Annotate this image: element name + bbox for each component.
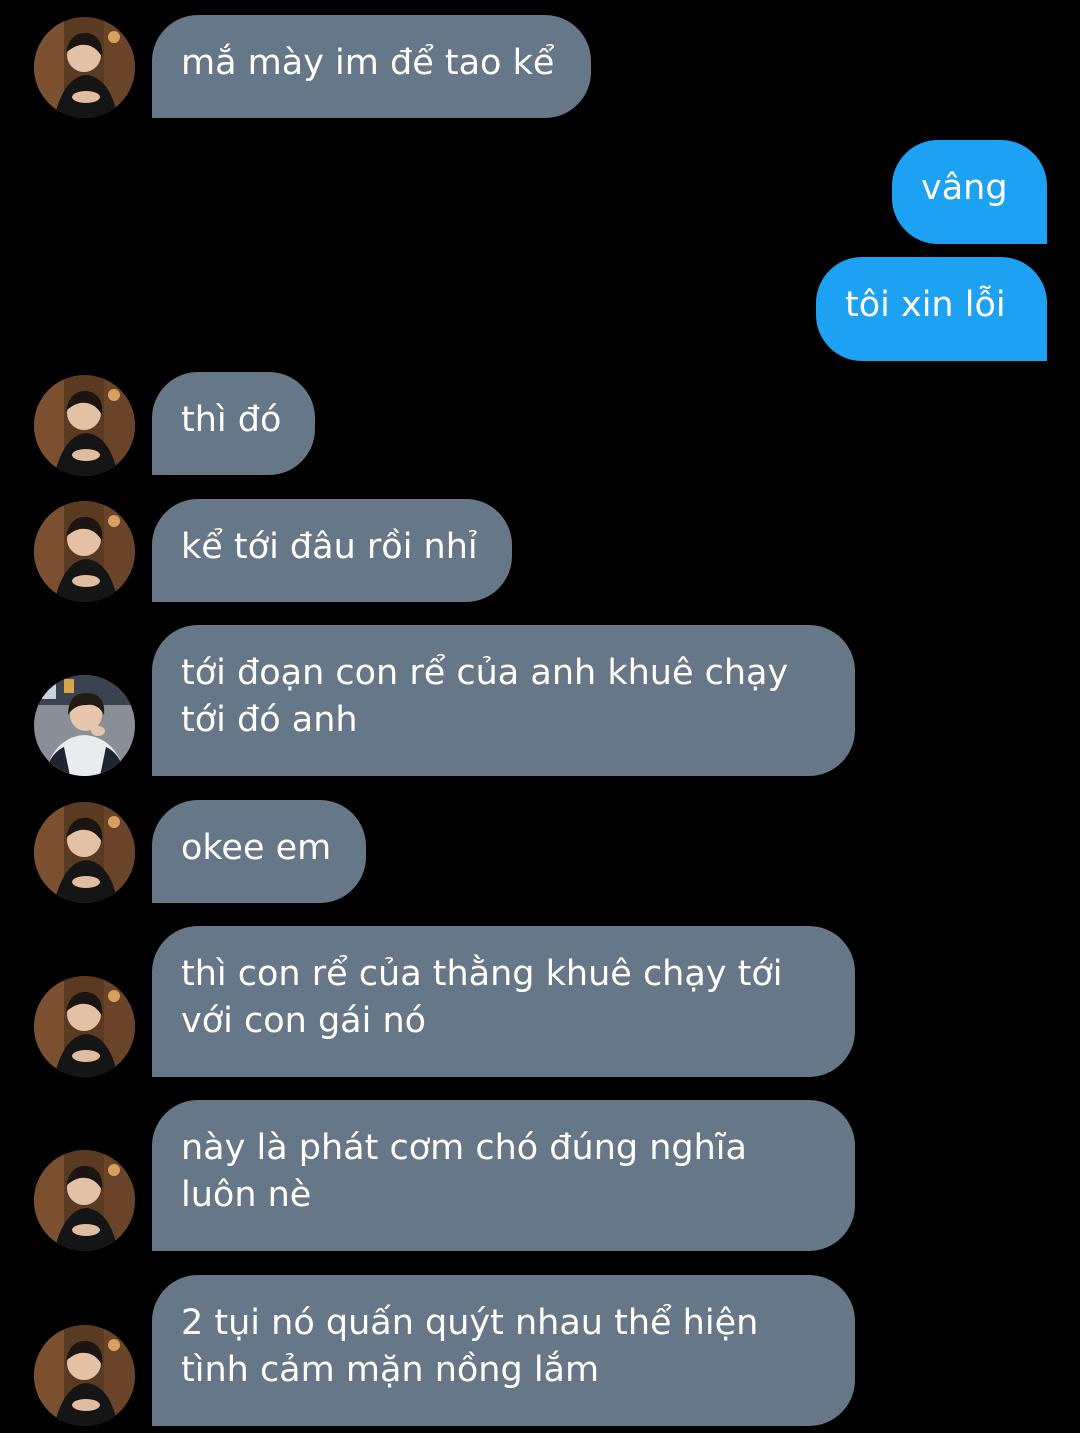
message-bubble-sent[interactable]: tôi xin lỗi xyxy=(816,257,1047,361)
message-text: tới đó anh xyxy=(181,700,358,740)
message-bubble[interactable]: kể tới đâu rồi nhỉ xyxy=(152,499,512,602)
avatar[interactable] xyxy=(34,1150,135,1251)
message-text: 2 tụi nó quấn quýt nhau thể hiện xyxy=(181,1303,759,1343)
message-text: tôi xin lỗi xyxy=(845,285,1006,325)
message-text: này là phát cơm chó đúng nghĩa xyxy=(181,1128,747,1168)
message-text: kể tới đâu rồi nhỉ xyxy=(181,527,478,567)
avatar[interactable] xyxy=(34,1325,135,1426)
avatar[interactable] xyxy=(34,375,135,476)
message-bubble[interactable]: mắ mày im để tao kể xyxy=(152,15,591,118)
avatar[interactable] xyxy=(34,17,135,118)
message-bubble[interactable]: thì con rể của thằng khuê chạy tới với c… xyxy=(152,926,855,1077)
message-text: với con gái nó xyxy=(181,1001,427,1041)
message-text: okee em xyxy=(181,828,332,868)
message-bubble[interactable]: này là phát cơm chó đúng nghĩa luôn nè xyxy=(152,1100,855,1251)
message-text: mắ mày im để tao kể xyxy=(181,43,555,83)
avatar[interactable] xyxy=(34,675,135,776)
message-text: luôn nè xyxy=(181,1175,312,1215)
message-bubble-sent[interactable]: vâng xyxy=(892,140,1047,244)
message-bubble[interactable]: tới đoạn con rể của anh khuê chạy tới đó… xyxy=(152,625,855,776)
avatar[interactable] xyxy=(34,501,135,602)
message-text: tới đoạn con rể của anh khuê chạy xyxy=(181,653,789,693)
message-text: tình cảm mặn nồng lắm xyxy=(181,1350,600,1390)
message-text: vâng xyxy=(921,168,1008,208)
message-text: thì đó xyxy=(181,400,282,440)
message-bubble[interactable]: okee em xyxy=(152,800,366,903)
message-bubble[interactable]: 2 tụi nó quấn quýt nhau thể hiện tình cả… xyxy=(152,1275,855,1426)
avatar[interactable] xyxy=(34,802,135,903)
message-bubble[interactable]: thì đó xyxy=(152,372,315,475)
message-text: thì con rể của thằng khuê chạy tới xyxy=(181,954,783,994)
chat-thread[interactable]: mắ mày im để tao kể vâng tôi xin lỗi thì… xyxy=(0,0,1080,1433)
avatar[interactable] xyxy=(34,976,135,1077)
